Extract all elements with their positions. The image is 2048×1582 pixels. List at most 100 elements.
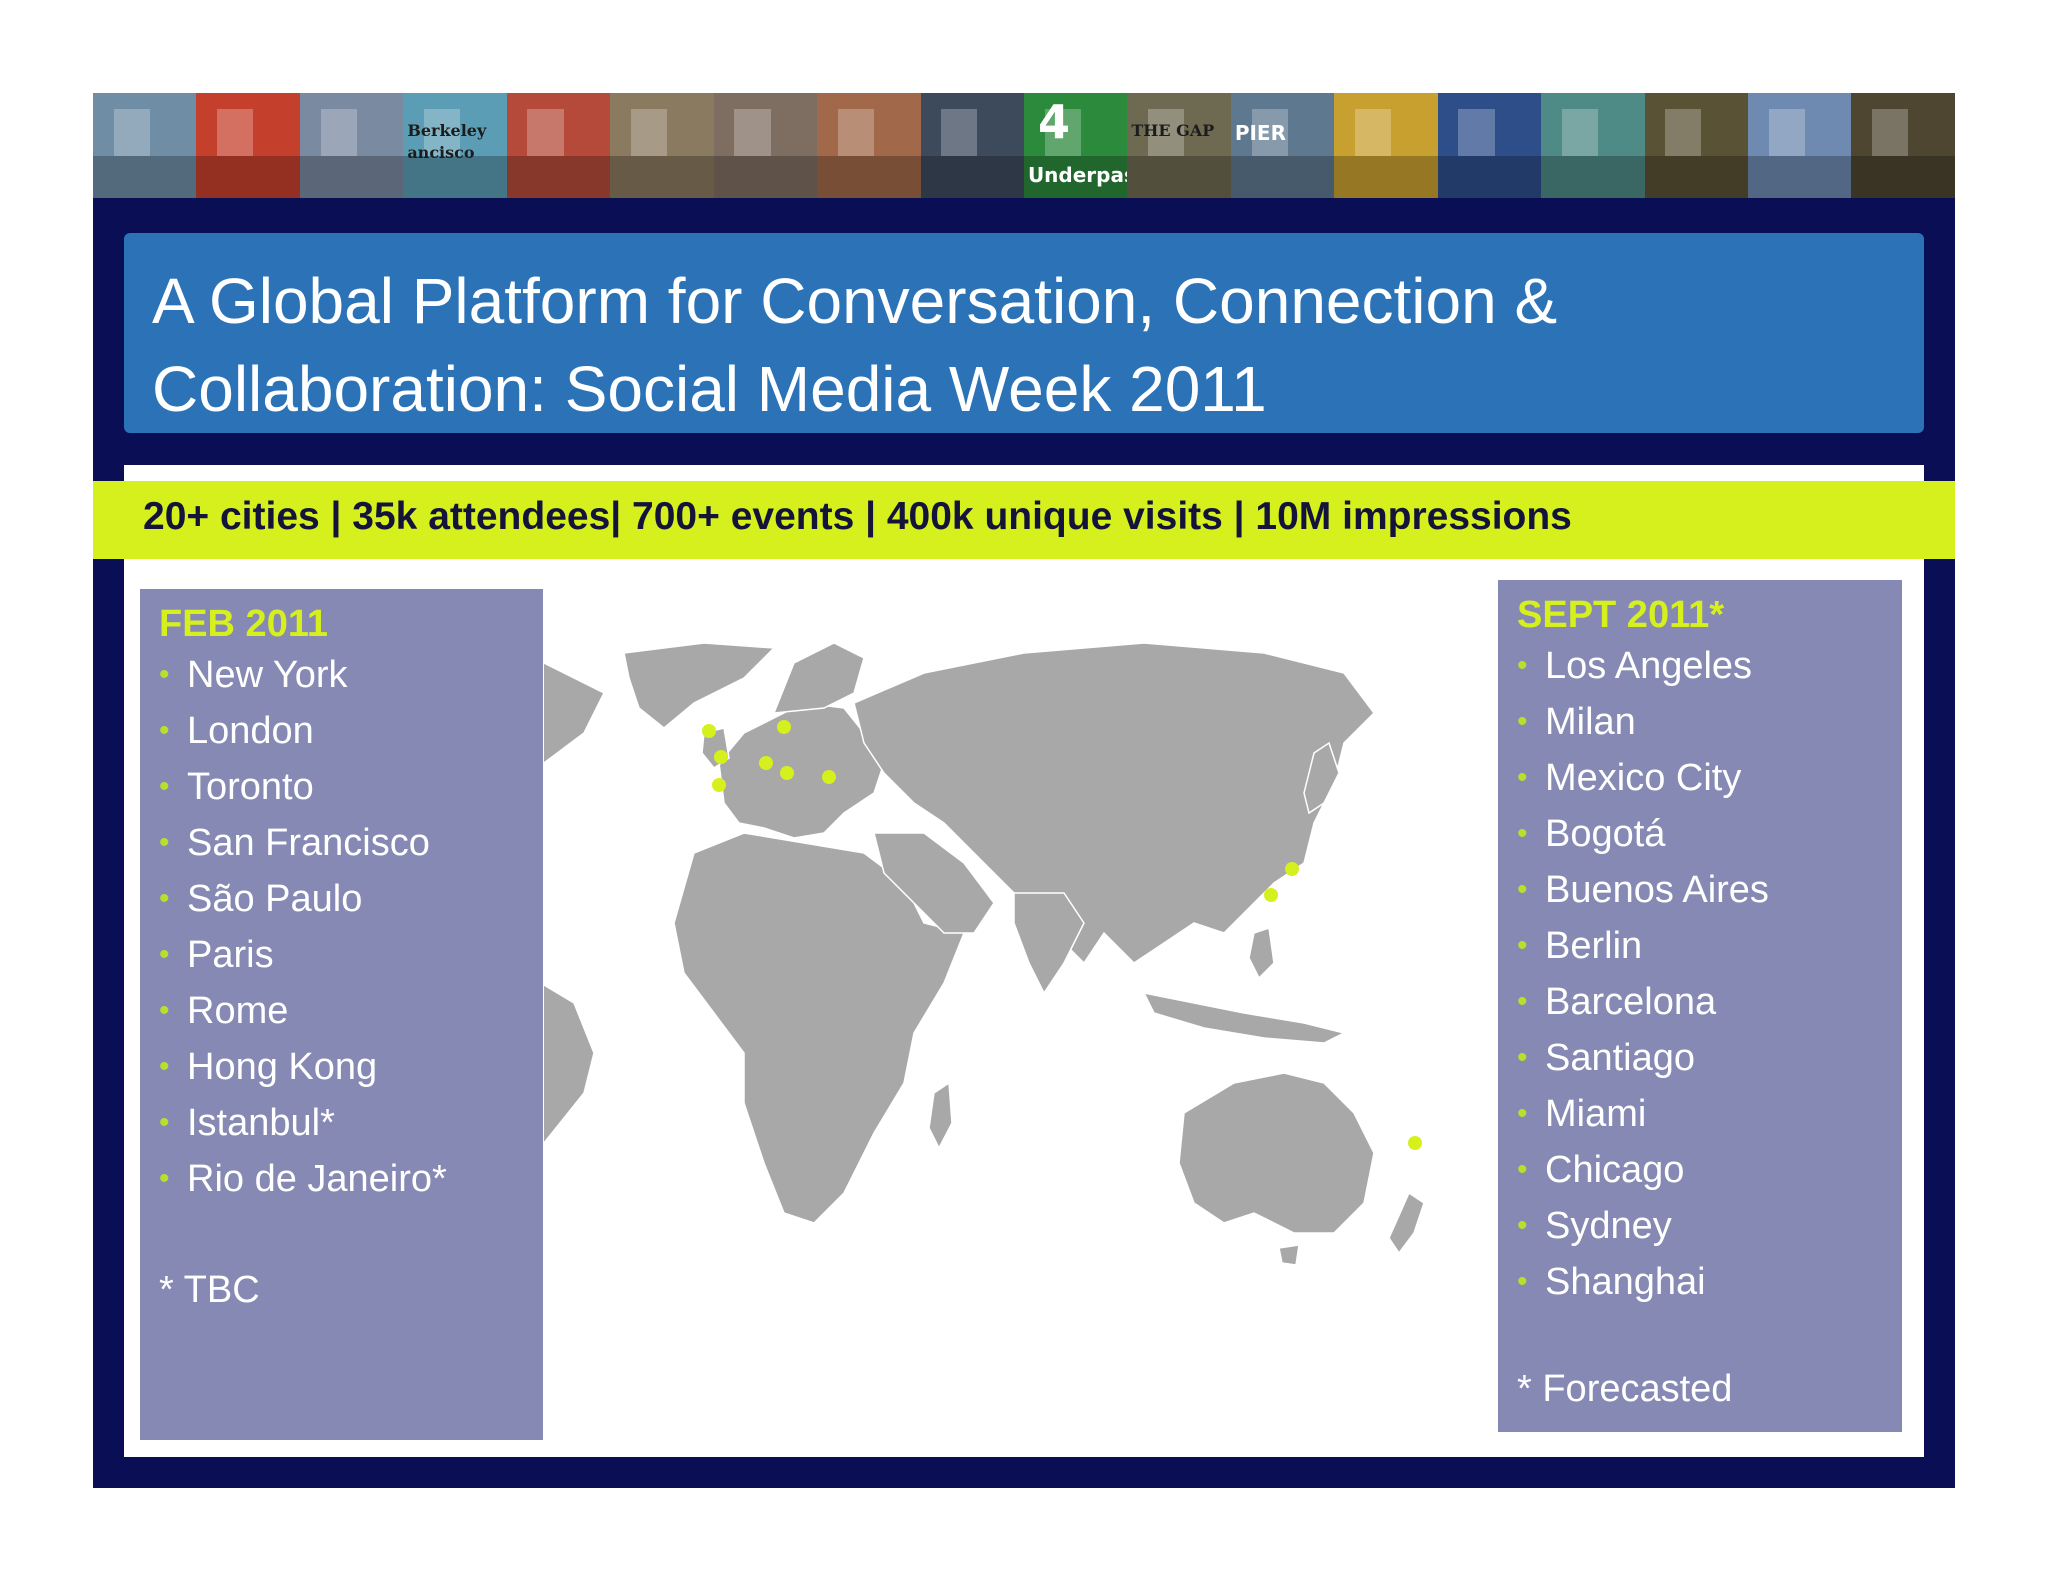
sept-2011-heading: SEPT 2011* (1517, 594, 1725, 636)
city-name: Rome (187, 990, 289, 1032)
city-name: Buenos Aires (1545, 869, 1769, 911)
map-scandinavia (772, 642, 865, 714)
sept-city-item: • Mexico City (1517, 759, 1769, 797)
sept-city-item: • Sydney (1517, 1207, 1769, 1245)
sept-city-item: • Milan (1517, 703, 1769, 741)
marker-hong-kong (1264, 888, 1278, 902)
sept-city-item: • Chicago (1517, 1151, 1769, 1189)
city-photo-tile (1748, 93, 1852, 198)
city-photo-tile (299, 93, 404, 198)
sept-city-item: • Shanghai (1517, 1263, 1769, 1301)
city-name: Toronto (187, 766, 314, 808)
city-name: Sydney (1545, 1205, 1672, 1247)
city-name: Berlin (1545, 925, 1643, 967)
feb-city-item: • Hong Kong (159, 1048, 447, 1086)
bullet-icon: • (159, 658, 170, 691)
marker-sydney (1408, 1136, 1422, 1150)
feb-city-item: • Rio de Janeiro* (159, 1160, 447, 1198)
sept-city-item: • Bogotá (1517, 815, 1769, 853)
bullet-icon: • (159, 994, 170, 1027)
marker-istanbul (822, 770, 836, 784)
city-photo-tile: THE GAP (1127, 93, 1231, 198)
city-name: Mexico City (1545, 757, 1742, 799)
bullet-icon: • (1517, 929, 1528, 962)
bullet-icon: • (159, 938, 170, 971)
city-name: New York (187, 654, 348, 696)
marker-rome (780, 766, 794, 780)
city-name: Santiago (1545, 1037, 1696, 1079)
bullet-icon: • (1517, 1209, 1528, 1242)
sept-city-item: • Santiago (1517, 1039, 1769, 1077)
marker-shanghai (1285, 862, 1299, 876)
bullet-icon: • (159, 826, 170, 859)
bullet-icon: • (159, 1106, 170, 1139)
feb-2011-panel: FEB 2011 • New York • London • Toronto • San Fr… (140, 589, 543, 1440)
bullet-icon: • (1517, 649, 1528, 682)
bullet-icon: • (159, 1162, 170, 1195)
city-name: Shanghai (1545, 1261, 1706, 1303)
slide-frame: Berkeley ancisco 4 Underpass THE GAP PIER A G… (93, 93, 1955, 1488)
feb-city-item: • Istanbul* (159, 1104, 447, 1142)
city-photo-tile (506, 93, 611, 198)
forecasted-note: * Forecasted (1517, 1368, 1733, 1410)
bullet-icon: • (1517, 1153, 1528, 1186)
photo-sign-text: Underpass (1027, 163, 1127, 187)
title-banner: A Global Platform for Conversation, Conn… (124, 233, 1924, 433)
city-photo-tile (93, 93, 197, 198)
city-name: Hong Kong (187, 1046, 378, 1088)
map-philippines (1248, 927, 1275, 980)
photo-sign-text: PIER (1234, 121, 1286, 145)
map-australia (1178, 1072, 1375, 1234)
city-name: Bogotá (1545, 813, 1666, 855)
marker-paris (714, 750, 728, 764)
bullet-icon: • (1517, 1097, 1528, 1130)
city-name: Paris (187, 934, 274, 976)
photo-sign-text: Berkeley (407, 121, 487, 140)
bullet-icon: • (159, 714, 170, 747)
city-photo-tile (1541, 93, 1645, 198)
map-greenland (623, 642, 776, 729)
map-north-america (544, 662, 606, 765)
bullet-icon: • (1517, 873, 1528, 906)
sept-city-item: • Buenos Aires (1517, 871, 1769, 909)
map-indonesia (1142, 991, 1347, 1044)
map-south-america (544, 984, 595, 1145)
city-name: Istanbul* (187, 1102, 335, 1144)
city-photo-strip: Berkeley ancisco 4 Underpass THE GAP PIER (93, 93, 1955, 198)
sept-city-item: • Los Angeles (1517, 647, 1769, 685)
world-map (544, 642, 1425, 1266)
city-name: Los Angeles (1545, 645, 1753, 687)
map-new-zealand (1388, 1191, 1425, 1255)
feb-city-item: • San Francisco (159, 824, 447, 862)
photo-sign-text: THE GAP (1131, 121, 1215, 140)
marker-milan (759, 756, 773, 770)
city-photo-tile (1644, 93, 1748, 198)
feb-city-item: • Toronto (159, 768, 447, 806)
city-name: Miami (1545, 1093, 1647, 1135)
marker-berlin (777, 720, 791, 734)
slide-title: A Global Platform for Conversation, Conn… (152, 265, 1558, 425)
city-name: Rio de Janeiro* (187, 1158, 447, 1200)
sept-city-item: • Berlin (1517, 927, 1769, 965)
city-photo-tile (1437, 93, 1542, 198)
city-photo-tile (196, 93, 300, 198)
map-tasmania (1278, 1244, 1300, 1266)
feb-2011-heading: FEB 2011 (159, 603, 328, 645)
bullet-icon: • (1517, 1265, 1528, 1298)
city-name: San Francisco (187, 822, 430, 864)
bullet-icon: • (159, 770, 170, 803)
photo-sign-text: 4 (1037, 95, 1070, 149)
bullet-icon: • (1517, 761, 1528, 794)
world-map-land (544, 642, 1425, 1266)
city-photo-tile (920, 93, 1024, 198)
feb-city-item: • Paris (159, 936, 447, 974)
city-photo-tile: 4 Underpass (1023, 93, 1128, 198)
city-photo-tile (1851, 93, 1955, 198)
bullet-icon: • (159, 1050, 170, 1083)
sept-city-item: • Barcelona (1517, 983, 1769, 1021)
sept-city-item: • Miami (1517, 1095, 1769, 1133)
bullet-icon: • (1517, 705, 1528, 738)
map-india (1013, 892, 1085, 995)
bullet-icon: • (1517, 1041, 1528, 1074)
city-photo-tile (713, 93, 818, 198)
